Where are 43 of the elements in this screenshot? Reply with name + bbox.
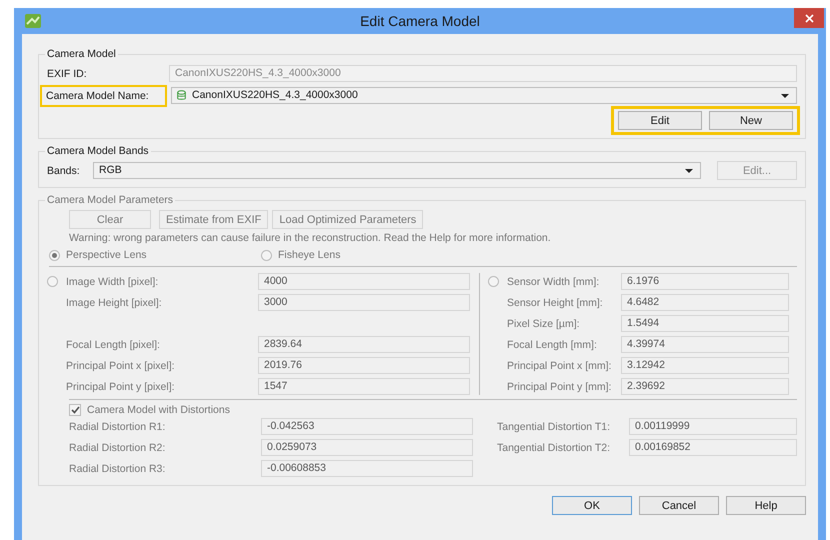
close-button[interactable] [794, 8, 824, 28]
dialog-button[interactable]: Edit [618, 111, 702, 130]
group-title: Camera Model Bands [46, 145, 150, 157]
field-label: Radial Distortion R1: [69, 420, 166, 432]
caret-icon [781, 94, 789, 98]
field-label: Radial Distortion R3: [69, 462, 166, 474]
bands-dropdown[interactable]: RGB [93, 162, 701, 179]
dropdown-value: RGB [99, 163, 123, 178]
checkbox-label: Camera Model with Distortions [87, 404, 230, 416]
field-label: Focal Length [pixel]: [66, 338, 161, 350]
caret-icon [685, 168, 693, 172]
app-icon [24, 13, 42, 29]
dialog-button[interactable]: Cancel [639, 496, 719, 515]
dialog-button[interactable]: New [709, 111, 793, 130]
field-label: Sensor Width [mm]: [507, 276, 600, 288]
field-label: Focal Length [mm]: [507, 338, 598, 350]
warning-text: Warning: wrong parameters can cause failure in the reconstruction. Read the Help for more information. [69, 232, 552, 244]
field-label: Image Width [pixel]: [66, 276, 160, 288]
field-label: Principal Point y [mm]: [507, 380, 612, 392]
field-label: Tangential Distortion T2: [497, 442, 612, 454]
field-label: Principal Point x [pixel]: [66, 360, 176, 372]
field-label: Image Height [pixel]: [66, 296, 163, 308]
field-label: EXIF ID: [47, 68, 88, 80]
close-icon [804, 14, 814, 22]
dropdown-value: CanonIXUS220HS_4.3_4000x3000 [192, 88, 359, 103]
camera-model-dropdown[interactable]: CanonIXUS220HS_4.3_4000x3000 [171, 87, 797, 104]
group-title: Camera Model [46, 48, 117, 60]
check-icon [70, 406, 80, 414]
field-label: Principal Point x [mm]: [507, 360, 612, 372]
field-label: Sensor Height [mm]: [507, 296, 604, 308]
field-label: Principal Point y [pixel]: [66, 380, 176, 392]
group-title: Camera Model Parameters [46, 194, 174, 206]
field-label: Pixel Size [µm]: [507, 318, 581, 330]
radio-label: Perspective Lens [66, 249, 147, 261]
database-icon [177, 90, 186, 101]
field-label: Tangential Distortion T1: [497, 420, 612, 432]
field-label: Bands: [47, 164, 81, 176]
field-label: Radial Distortion R2: [69, 442, 166, 454]
dialog-button[interactable]: OK [552, 496, 632, 515]
window-title: Edit Camera Model [359, 13, 481, 29]
radio-label: Fisheye Lens [278, 249, 340, 261]
dialog-button[interactable]: Help [726, 496, 806, 515]
field-label: Camera Model Name: [43, 88, 164, 104]
